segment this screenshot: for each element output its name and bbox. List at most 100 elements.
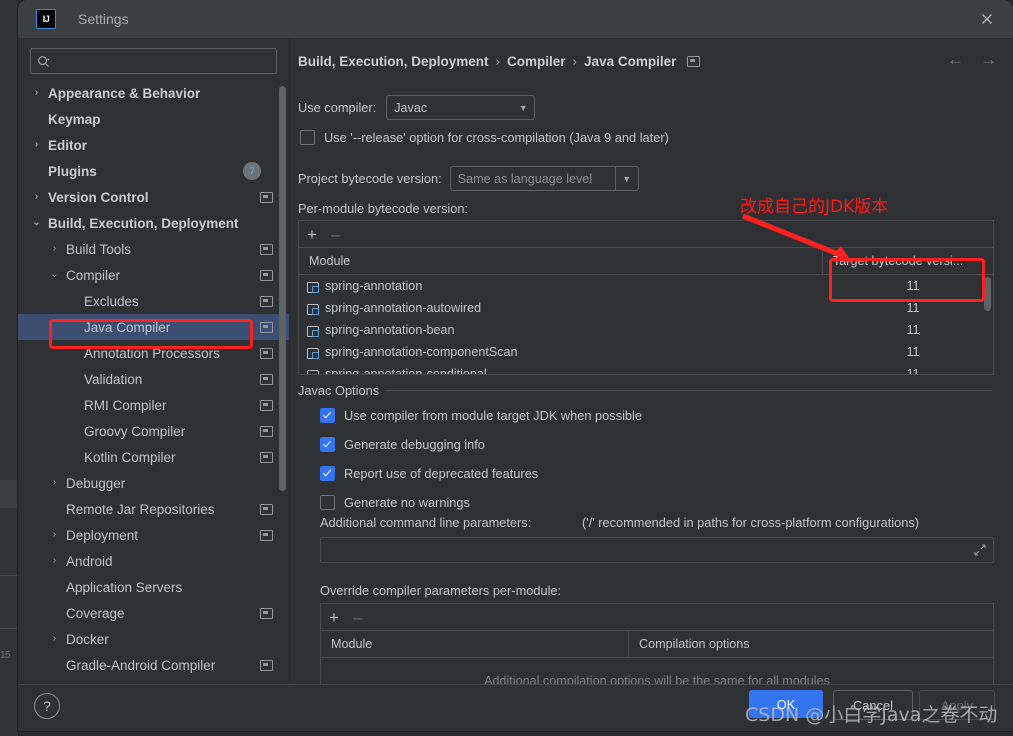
chevron-right-icon[interactable]: › — [48, 244, 61, 254]
javac-option-checkbox[interactable] — [320, 408, 335, 423]
sidebar-item-docker[interactable]: › Docker — [18, 626, 289, 652]
chevron-down-icon[interactable]: ⌄ — [48, 270, 61, 280]
module-cell: spring-annotation-autowired — [299, 301, 833, 315]
sidebar-item-debugger[interactable]: › Debugger — [18, 470, 289, 496]
javac-option-checkbox[interactable] — [320, 495, 335, 510]
sidebar-item-label: Plugins — [48, 163, 97, 179]
javac-option-label: Generate no warnings — [344, 495, 470, 510]
target-bytecode-cell[interactable]: 11 — [833, 345, 993, 359]
sidebar-item-plugins[interactable]: ›Plugins7 — [18, 158, 289, 184]
javac-options-divider — [386, 390, 992, 391]
javac-option-row[interactable]: Report use of deprecated features — [320, 466, 538, 481]
sidebar-item-label: Appearance & Behavior — [48, 85, 201, 101]
chevron-right-icon[interactable]: › — [30, 140, 43, 150]
sidebar-item-kotlin-compiler[interactable]: ›Kotlin Compiler — [18, 444, 289, 470]
expand-icon[interactable] — [974, 544, 986, 559]
sidebar-item-keymap[interactable]: ›Keymap — [18, 106, 289, 132]
sidebar-item-rmi-compiler[interactable]: ›RMI Compiler — [18, 392, 289, 418]
javac-option-row[interactable]: Generate debugging info — [320, 437, 485, 452]
target-bytecode-cell[interactable]: 11 — [833, 323, 993, 337]
module-name: spring-annotation — [325, 279, 423, 293]
sidebar-item-label: Excludes — [84, 293, 139, 309]
override-params-table[interactable]: + – Module Compilation options Additiona… — [320, 603, 994, 685]
javac-option-checkbox[interactable] — [320, 437, 335, 452]
module-name: spring-annotation-conditional — [325, 367, 487, 375]
module-name: spring-annotation-bean — [325, 323, 455, 337]
remove-module-button[interactable]: – — [331, 226, 340, 243]
sidebar-item-appearance-behavior[interactable]: › Appearance & Behavior — [18, 80, 289, 106]
additional-params-input[interactable] — [320, 537, 994, 563]
module-bytecode-table[interactable]: + – Module Target bytecode versi... spri… — [298, 220, 994, 375]
sidebar-item-compiler[interactable]: ⌄ Compiler — [18, 262, 289, 288]
sidebar-item-gradle-android-compiler[interactable]: ›Gradle-Android Compiler — [18, 652, 289, 678]
use-compiler-select[interactable]: Javac ▼ — [386, 95, 536, 120]
sidebar-item-build-tools[interactable]: › Build Tools — [18, 236, 289, 262]
add-module-button[interactable]: + — [307, 226, 317, 243]
release-option-row[interactable]: Use '--release' option for cross-compila… — [300, 130, 669, 145]
compilation-options-column-header[interactable]: Compilation options — [628, 631, 993, 657]
module-column-header[interactable]: Module — [299, 254, 822, 268]
settings-main-panel: Build, Execution, Deployment › Compiler … — [290, 38, 1013, 685]
table-row[interactable]: spring-annotation-conditional 11 — [299, 363, 993, 375]
chevron-right-icon[interactable]: › — [30, 88, 43, 98]
help-button[interactable]: ? — [34, 693, 60, 719]
sidebar-item-groovy-compiler[interactable]: ›Groovy Compiler — [18, 418, 289, 444]
chevron-right-icon[interactable]: › — [48, 634, 61, 644]
chevron-right-icon[interactable]: › — [48, 530, 61, 540]
chevron-right-icon[interactable]: › — [48, 556, 61, 566]
breadcrumb-part-0[interactable]: Build, Execution, Deployment — [298, 54, 489, 69]
javac-option-checkbox[interactable] — [320, 466, 335, 481]
sidebar-item-validation[interactable]: ›Validation — [18, 366, 289, 392]
sidebar-item-android[interactable]: › Android — [18, 548, 289, 574]
csdn-watermark: CSDN @小白学Java之卷不动 — [745, 704, 998, 726]
nav-forward-icon[interactable]: → — [980, 50, 997, 70]
search-box[interactable] — [30, 48, 277, 74]
table-row[interactable]: spring-annotation-componentScan 11 — [299, 341, 993, 363]
chevron-down-icon: ▼ — [518, 102, 528, 113]
chevron-down-icon[interactable]: ⌄ — [30, 218, 43, 228]
nav-back-icon[interactable]: ← — [947, 50, 964, 70]
javac-option-row[interactable]: Use compiler from module target JDK when… — [320, 408, 642, 423]
sidebar-item-remote-jar-repositories[interactable]: ›Remote Jar Repositories — [18, 496, 289, 522]
release-option-checkbox[interactable] — [300, 130, 315, 145]
module-table-scrollbar[interactable] — [984, 277, 991, 311]
table-row[interactable]: spring-annotation-autowired 11 — [299, 297, 993, 319]
table-row[interactable]: spring-annotation 11 — [299, 275, 993, 297]
target-bytecode-cell[interactable]: 11 — [833, 367, 993, 374]
settings-tree[interactable]: ›Appearance & Behavior›Keymap›Editor›Plu… — [18, 80, 289, 685]
table-row[interactable]: spring-annotation-bean 11 — [299, 319, 993, 341]
javac-option-row[interactable]: Generate no warnings — [320, 495, 470, 510]
sidebar-item-build-execution-deployment[interactable]: ⌄ Build, Execution, Deployment — [18, 210, 289, 236]
search-input[interactable] — [53, 53, 270, 69]
add-override-button[interactable]: + — [329, 609, 339, 626]
module-table-header: Module Target bytecode versi... — [299, 247, 993, 275]
target-bytecode-cell[interactable]: 11 — [833, 301, 993, 315]
target-bytecode-cell[interactable]: 11 — [833, 279, 993, 293]
sidebar-item-annotation-processors[interactable]: ›Annotation Processors — [18, 340, 289, 366]
sidebar-item-editor[interactable]: › Editor — [18, 132, 289, 158]
project-settings-icon — [260, 452, 273, 463]
sidebar-scrollbar[interactable] — [279, 86, 286, 491]
override-module-column-header[interactable]: Module — [321, 637, 628, 651]
target-bytecode-column-header[interactable]: Target bytecode versi... — [822, 248, 993, 274]
sidebar-item-application-servers[interactable]: ›Application Servers — [18, 574, 289, 600]
sidebar-item-version-control[interactable]: › Version Control — [18, 184, 289, 210]
per-module-label-row: Per-module bytecode version: — [298, 201, 468, 216]
project-bytecode-select[interactable]: Same as language level ▼ — [449, 166, 639, 191]
remove-override-button[interactable]: – — [353, 609, 362, 626]
sidebar-item-java-compiler[interactable]: ›Java Compiler — [18, 314, 289, 340]
use-compiler-label: Use compiler: — [298, 100, 377, 115]
sidebar-item-label: Android — [66, 553, 113, 569]
sidebar-item-coverage[interactable]: ›Coverage — [18, 600, 289, 626]
close-icon[interactable] — [971, 3, 1003, 35]
sidebar-item-deployment[interactable]: › Deployment — [18, 522, 289, 548]
chevron-right-icon[interactable]: › — [48, 478, 61, 488]
annotation-note: 改成自己的JDK版本 — [740, 197, 889, 217]
module-icon — [307, 281, 319, 293]
module-cell: spring-annotation-bean — [299, 323, 833, 337]
chevron-right-icon[interactable]: › — [30, 192, 43, 202]
breadcrumb-part-1[interactable]: Compiler — [507, 54, 566, 69]
module-icon — [307, 347, 319, 359]
sidebar-item-excludes[interactable]: ›Excludes — [18, 288, 289, 314]
project-bytecode-row: Project bytecode version: Same as langua… — [298, 166, 639, 191]
